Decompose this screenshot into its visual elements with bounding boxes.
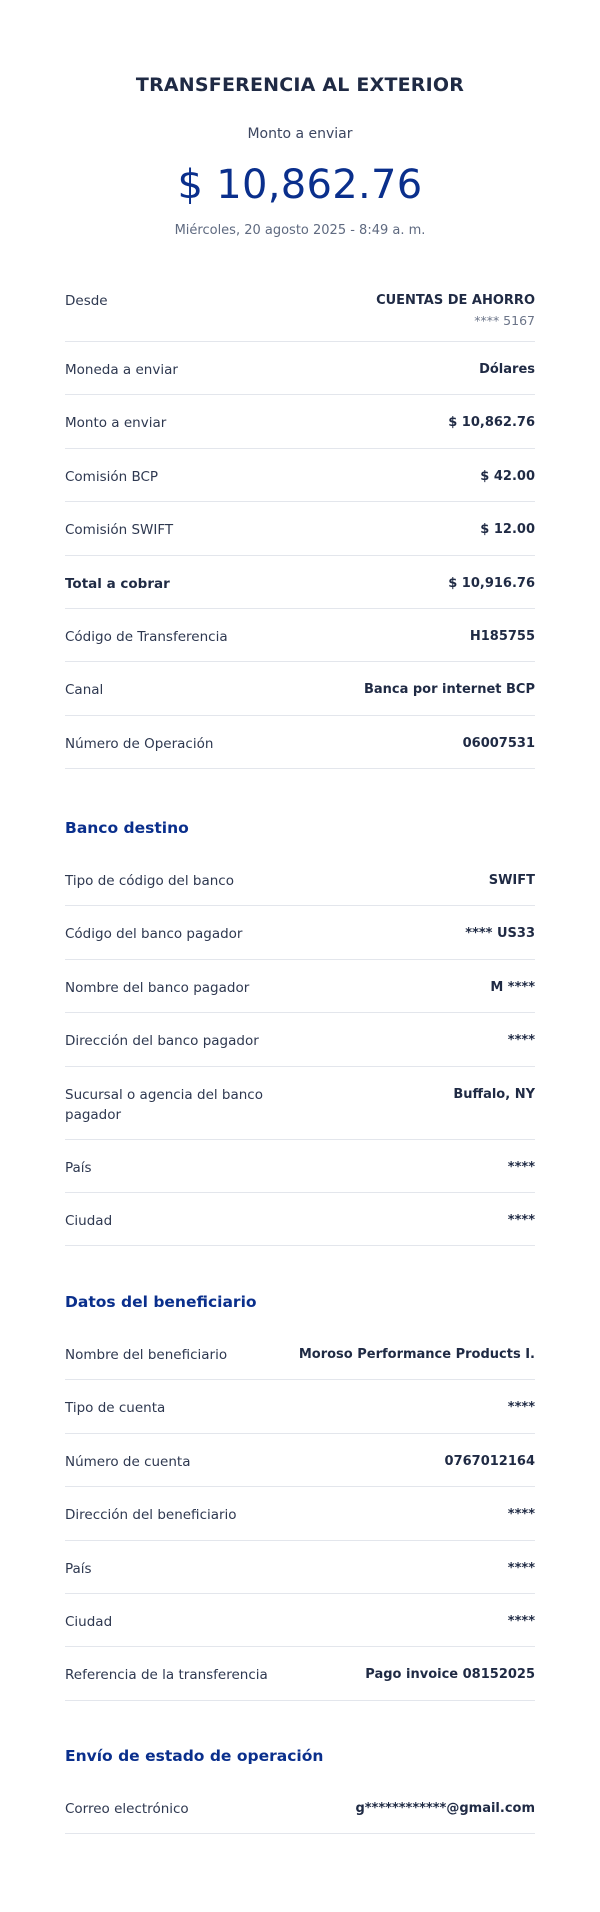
bank-section: Banco destino Tipo de código del banco S…: [65, 799, 535, 1247]
detail-row: Comisión SWIFT $ 12.00: [65, 502, 535, 556]
detail-row: Nombre del banco pagador M ****: [65, 960, 535, 1014]
row-label: Total a cobrar: [65, 575, 170, 592]
row-label: Correo electrónico: [65, 1801, 189, 1817]
detail-row: Ciudad ****: [65, 1594, 535, 1648]
section-title-bank: Banco destino: [65, 819, 189, 837]
detail-row: País ****: [65, 1140, 535, 1193]
detail-row: Referencia de la transferencia Pago invo…: [65, 1647, 535, 1701]
detail-row: Sucursal o agencia del banco pagador Buf…: [65, 1067, 535, 1140]
detail-row: Monto a enviar $ 10,862.76: [65, 395, 535, 449]
row-label: Tipo de cuenta: [65, 1400, 166, 1417]
row-value: Banca por internet BCP: [363, 682, 535, 698]
detail-row: Tipo de código del banco SWIFT: [65, 853, 535, 907]
detail-row-from: Desde CUENTAS DE AHORRO **** 5167: [65, 273, 535, 342]
row-value: $ 42.00: [480, 468, 535, 484]
detail-row: Canal Banca por internet BCP: [65, 662, 535, 716]
row-value: ****: [507, 1400, 535, 1416]
amount-label: Monto a enviar: [247, 126, 353, 142]
detail-row: Nombre del beneficiario Moroso Performan…: [65, 1327, 535, 1381]
detail-row: País ****: [65, 1541, 535, 1594]
transfer-date: Miércoles, 20 agosto 2025 - 8:49 a. m.: [174, 223, 426, 238]
section-title-beneficiary: Datos del beneficiario: [65, 1293, 257, 1311]
row-label: Desde: [65, 293, 108, 309]
row-value: Dólares: [479, 362, 535, 377]
row-value: 06007531: [462, 735, 535, 751]
row-label: Sucursal o agencia del banco pagador: [65, 1086, 263, 1123]
detail-row: Comisión BCP $ 42.00: [65, 449, 535, 503]
amount-value: $ 10,862.76: [177, 162, 423, 208]
transfer-receipt: TRANSFERENCIA AL EXTERIOR Monto a enviar…: [0, 0, 600, 1912]
row-label: Canal: [65, 682, 104, 699]
row-label: Moneda a enviar: [65, 362, 178, 378]
detail-row: Número de Operación 06007531: [65, 716, 535, 770]
row-label: Comisión BCP: [65, 468, 159, 485]
row-label: Dirección del beneficiario: [65, 1507, 237, 1524]
row-label: Referencia de la transferencia: [65, 1667, 268, 1684]
row-value: $ 12.00: [480, 522, 535, 538]
row-label: Tipo de código del banco: [65, 873, 234, 889]
row-value: Moroso Performance Products I.: [298, 1347, 535, 1362]
row-label: País: [65, 1560, 92, 1577]
detail-row: Código de Transferencia H185755: [65, 609, 535, 663]
row-value: **** US33: [465, 926, 535, 942]
page-title: TRANSFERENCIA AL EXTERIOR: [135, 74, 465, 96]
account-type: CUENTAS DE AHORRO: [376, 293, 535, 308]
detail-row: Tipo de cuenta ****: [65, 1380, 535, 1434]
detail-row: Correo electrónico g************@gmail.c…: [65, 1781, 535, 1835]
row-label: Monto a enviar: [65, 415, 167, 432]
detail-row: Dirección del banco pagador ****: [65, 1013, 535, 1067]
row-value: Pago invoice 08152025: [365, 1667, 535, 1683]
row-label: Número de cuenta: [65, 1453, 191, 1470]
row-label: Nombre del beneficiario: [65, 1347, 228, 1363]
beneficiary-section: Datos del beneficiario Nombre del benefi…: [65, 1273, 535, 1701]
row-label: País: [65, 1159, 92, 1176]
row-value: ****: [507, 1159, 535, 1175]
row-value: g************@gmail.com: [355, 1801, 535, 1816]
row-label: Ciudad: [65, 1613, 113, 1630]
detail-row: Dirección del beneficiario ****: [65, 1487, 535, 1541]
notification-section: Envío de estado de operación Correo elec…: [65, 1727, 535, 1835]
row-value: ****: [507, 1613, 535, 1629]
account-number: **** 5167: [474, 313, 535, 328]
row-value: ****: [507, 1507, 535, 1523]
row-value: H185755: [469, 628, 535, 644]
row-value: SWIFT: [488, 873, 535, 888]
section-title-notification: Envío de estado de operación: [65, 1747, 324, 1765]
row-value: CUENTAS DE AHORRO **** 5167: [376, 291, 535, 331]
summary-list: Desde CUENTAS DE AHORRO **** 5167 Moneda…: [65, 273, 535, 770]
row-label: Número de Operación: [65, 735, 214, 752]
detail-row: Ciudad ****: [65, 1193, 535, 1247]
row-value: ****: [507, 1033, 535, 1049]
detail-row: Número de cuenta 0767012164: [65, 1434, 535, 1488]
row-value: 0767012164: [444, 1453, 535, 1469]
row-value: $ 10,862.76: [448, 415, 535, 431]
row-value: ****: [507, 1212, 535, 1228]
row-value: Buffalo, NY: [453, 1086, 535, 1102]
row-label: Nombre del banco pagador: [65, 979, 250, 996]
detail-row: Moneda a enviar Dólares: [65, 342, 535, 396]
row-value: ****: [507, 1560, 535, 1576]
detail-row-total: Total a cobrar $ 10,916.76: [65, 556, 535, 609]
detail-row: Código del banco pagador **** US33: [65, 906, 535, 960]
row-value: $ 10,916.76: [448, 575, 535, 591]
row-label: Código del banco pagador: [65, 926, 243, 943]
row-label: Dirección del banco pagador: [65, 1033, 259, 1050]
row-label: Ciudad: [65, 1212, 113, 1229]
row-value: M ****: [490, 979, 535, 995]
row-label: Comisión SWIFT: [65, 522, 174, 539]
row-label: Código de Transferencia: [65, 628, 228, 645]
